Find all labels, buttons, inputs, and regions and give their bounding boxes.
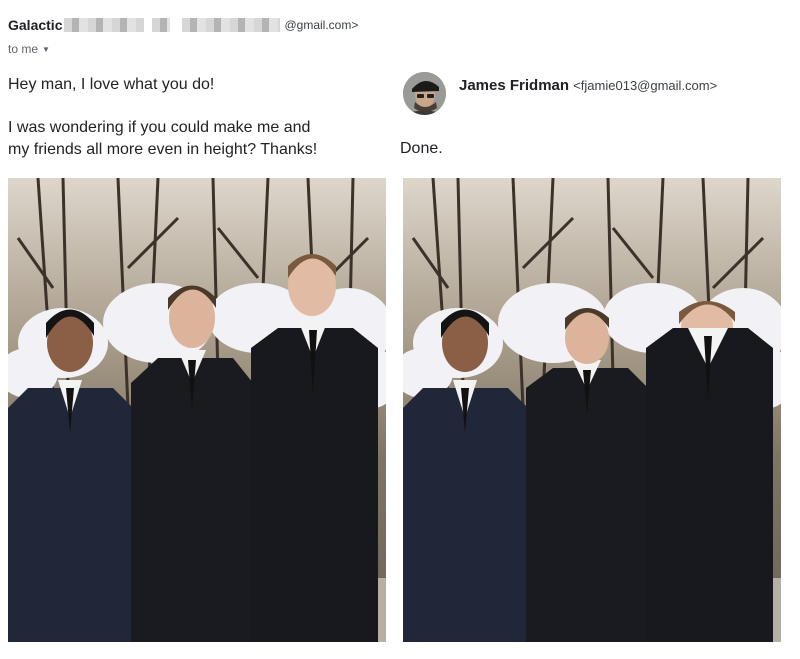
redacted-block	[152, 18, 171, 32]
edited-photo	[403, 178, 781, 642]
caret-down-icon: ▼	[42, 45, 50, 55]
message-request-line-2: my friends all more even in height? Than…	[8, 141, 318, 158]
recipient-toggle[interactable]: to me ▼	[8, 42, 50, 56]
sender-email: @gmail.com>	[284, 18, 359, 32]
message-greeting: Hey man, I love what you do!	[8, 76, 215, 93]
sender-name: Galactic	[8, 17, 63, 33]
redacted-block	[182, 18, 281, 32]
original-photo	[8, 178, 386, 642]
recipient-label: to me	[8, 42, 39, 56]
message-request-line-1: I was wondering if you could make me and	[8, 119, 311, 136]
reply-sender-email: <fjamie013@gmail.com>	[573, 78, 718, 93]
reply-sender: James Fridman <fjamie013@gmail.com>	[459, 77, 717, 94]
user-avatar	[403, 72, 446, 115]
sender-header: Galactic @gmail.com>	[8, 17, 358, 33]
reply-sender-name: James Fridman	[459, 77, 570, 94]
redacted-block	[64, 18, 145, 32]
reply-body: Done.	[400, 140, 443, 157]
